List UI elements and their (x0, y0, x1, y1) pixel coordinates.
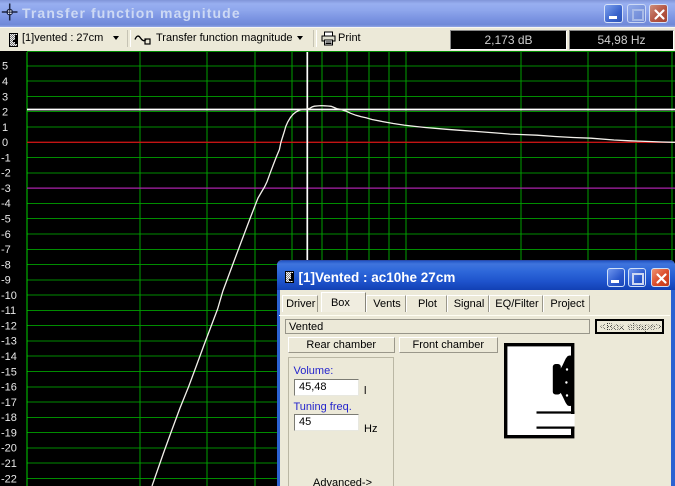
svg-text:-11: -11 (1, 305, 16, 317)
svg-text:1: 1 (2, 122, 8, 134)
svg-text:-13: -13 (1, 336, 17, 348)
svg-text:-6: -6 (1, 229, 11, 241)
svg-text:-20: -20 (1, 443, 17, 455)
svg-text:4: 4 (2, 76, 8, 88)
svg-text:3: 3 (2, 91, 8, 103)
svg-text:-17: -17 (1, 397, 17, 409)
svg-text:-19: -19 (1, 427, 17, 439)
svg-text:-3: -3 (1, 183, 11, 195)
svg-text:-5: -5 (1, 214, 11, 226)
svg-text:-15: -15 (1, 366, 17, 378)
svg-text:-8: -8 (1, 259, 11, 271)
svg-text:-21: -21 (1, 458, 17, 470)
svg-text:0: 0 (2, 137, 8, 149)
svg-text:-10: -10 (1, 290, 17, 302)
svg-text:-1: -1 (1, 152, 11, 164)
svg-text:-14: -14 (1, 351, 17, 363)
svg-text:-7: -7 (1, 244, 11, 256)
svg-text:-22: -22 (1, 473, 17, 485)
svg-text:-12: -12 (1, 321, 17, 333)
svg-text:-2: -2 (1, 168, 11, 180)
svg-text:-9: -9 (1, 275, 11, 287)
svg-text:5: 5 (2, 61, 8, 73)
svg-text:-4: -4 (1, 198, 11, 210)
svg-text:-16: -16 (1, 382, 17, 394)
svg-text:2: 2 (2, 107, 8, 119)
svg-text:-18: -18 (1, 412, 17, 424)
